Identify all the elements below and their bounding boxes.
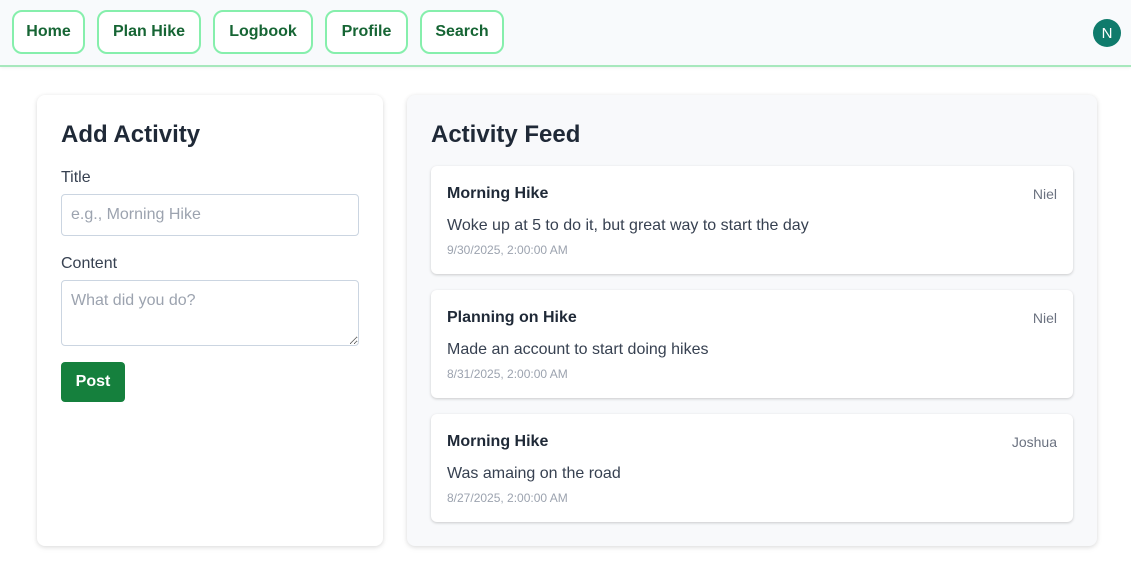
add-activity-heading: Add Activity <box>61 121 201 148</box>
nav-search-button[interactable]: Search <box>420 10 504 54</box>
feed-item-content: Was amaing on the road <box>447 465 621 482</box>
feed-item-content: Woke up at 5 to do it, but great way to … <box>447 217 809 234</box>
content-textarea[interactable] <box>61 280 359 346</box>
nav-logbook-button[interactable]: Logbook <box>213 10 313 54</box>
feed-item-date: 8/31/2025, 2:00:00 AM <box>447 367 568 381</box>
nav-profile-button[interactable]: Profile <box>325 10 408 54</box>
feed-item-content: Made an account to start doing hikes <box>447 341 709 358</box>
feed-item-title: Planning on Hike <box>447 309 577 326</box>
feed-item-author: Niel <box>1032 186 1057 202</box>
activity-feed-heading: Activity Feed <box>431 121 581 148</box>
feed-item-date: 8/27/2025, 2:00:00 AM <box>447 491 568 505</box>
content-field-label: Content <box>61 255 118 272</box>
nav-plan-hike-button[interactable]: Plan Hike <box>97 10 201 54</box>
title-field-label: Title <box>61 169 91 186</box>
feed-item-date: 9/30/2025, 2:00:00 AM <box>447 243 568 257</box>
feed-item: Morning Hike Niel Woke up at 5 to do it,… <box>431 166 1073 274</box>
feed-item-title: Morning Hike <box>447 185 549 202</box>
feed-item: Morning Hike Joshua Was amaing on the ro… <box>431 414 1073 522</box>
title-input[interactable] <box>61 194 359 236</box>
nav-home-button[interactable]: Home <box>12 10 85 54</box>
feed-item-author: Niel <box>1032 310 1057 326</box>
user-avatar[interactable]: N <box>1093 19 1121 47</box>
top-navigation-bar: Home Plan Hike Logbook Profile Search N <box>0 0 1131 67</box>
feed-item-title: Morning Hike <box>447 433 549 450</box>
feed-item: Planning on Hike Niel Made an account to… <box>431 290 1073 398</box>
feed-item-author: Joshua <box>1011 434 1057 450</box>
post-button[interactable]: Post <box>61 362 125 402</box>
